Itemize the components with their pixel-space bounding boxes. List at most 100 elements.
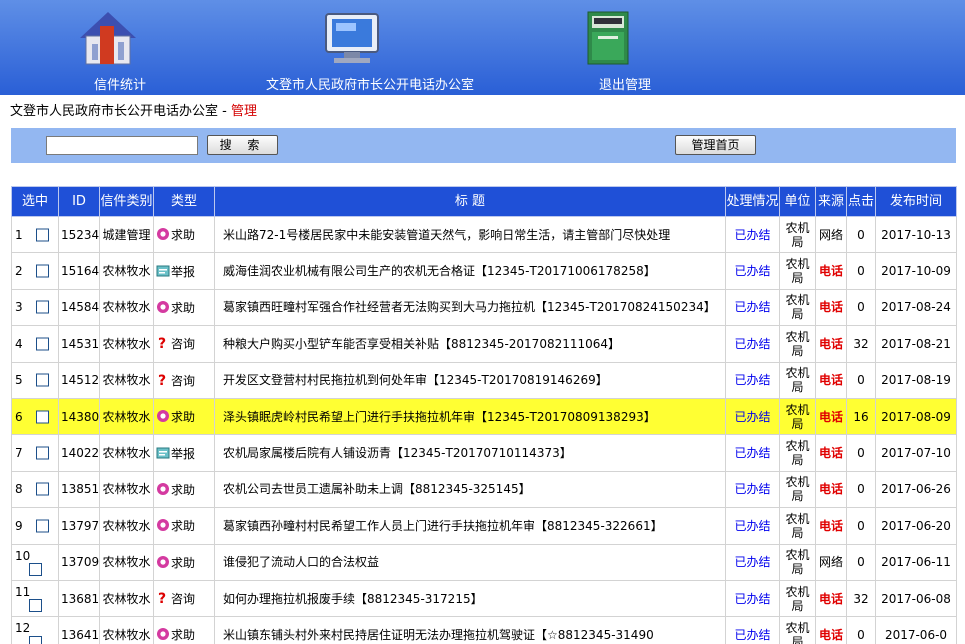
document-report-icon (156, 447, 171, 461)
category-cell: 城建管理 (99, 215, 154, 254)
unit-cell: 农机局 (779, 288, 816, 327)
title-cell[interactable]: 谁侵犯了流动人口的合法权益 (214, 543, 726, 581)
status-link[interactable]: 已办结 (734, 337, 770, 351)
status-link[interactable]: 已办结 (734, 628, 770, 642)
table-row: 1 152346城建管理 求助 米山路72-1号楼居民家中未能安装管道天然气，影响日常… (11, 215, 957, 254)
status-link[interactable]: 已办结 (734, 300, 770, 314)
source-cell: 电话 (815, 470, 847, 509)
status-cell[interactable]: 已办结 (725, 470, 780, 509)
row-checkbox[interactable] (36, 519, 49, 533)
row-checkbox[interactable] (36, 410, 49, 424)
title-cell[interactable]: 威海佳润农业机械有限公司生产的农机无合格证【12345-T20171006178… (214, 252, 726, 290)
type-label: 求助 (171, 482, 196, 497)
status-link[interactable]: 已办结 (734, 519, 770, 533)
row-checkbox[interactable] (36, 446, 49, 460)
row-checkbox[interactable] (29, 635, 42, 644)
title-cell[interactable]: 葛家镇西旺疃村军强合作社经营者无法购买到大马力拖拉机【12345-T201708… (214, 288, 726, 327)
table-row: 6 143806农林牧水 求助 泽头镇眠虎岭村民希望上门进行手扶拖拉机年审【12345… (11, 397, 957, 436)
question-icon: ? (156, 373, 171, 388)
row-checkbox[interactable] (36, 337, 49, 351)
select-cell: 3 (11, 288, 59, 327)
title-link[interactable]: 谁侵犯了流动人口的合法权益 (223, 555, 379, 569)
title-link[interactable]: 种粮大户购买小型铲车能否享受相关补贴【8812345-2017082111064… (223, 337, 620, 351)
clicks-cell: 32 (846, 325, 876, 363)
status-cell[interactable]: 已办结 (725, 543, 780, 581)
nav-office[interactable]: 文登市人民政府市长公开电话办公室 (250, 0, 490, 95)
row-checkbox[interactable] (36, 228, 49, 242)
title-cell[interactable]: 开发区文登营村村民拖拉机到何处年审【12345-T20170819146269】 (214, 361, 726, 399)
title-cell[interactable]: 种粮大户购买小型铲车能否享受相关补贴【8812345-2017082111064… (214, 325, 726, 363)
status-link[interactable]: 已办结 (734, 555, 770, 569)
status-cell[interactable]: 已办结 (725, 215, 780, 254)
row-checkbox[interactable] (36, 482, 49, 496)
title-link[interactable]: 如何办理拖拉机报废手续【8812345-317215】 (223, 592, 483, 606)
title-cell[interactable]: 米山镇东铺头村外来村民持居住证明无法办理拖拉机驾驶证【☆8812345-3149… (214, 616, 726, 644)
unit-cell: 农机局 (779, 543, 816, 581)
search-input[interactable] (46, 136, 198, 155)
title-cell[interactable]: 葛家镇西孙疃村村民希望工作人员上门进行手扶拖拉机年审【8812345-32266… (214, 507, 726, 545)
status-cell[interactable]: 已办结 (725, 616, 780, 644)
admin-home-button[interactable]: 管理首页 (675, 135, 756, 155)
row-checkbox[interactable] (36, 300, 49, 314)
title-link[interactable]: 葛家镇西孙疃村村民希望工作人员上门进行手扶拖拉机年审【8812345-32266… (223, 519, 663, 533)
id-cell: 136817 (58, 579, 100, 618)
title-link[interactable]: 米山路72-1号楼居民家中未能安装管道天然气，影响日常生活，请主管部门尽快处理 (223, 228, 670, 242)
status-cell[interactable]: 已办结 (725, 288, 780, 327)
status-cell[interactable]: 已办结 (725, 325, 780, 363)
type-cell: 求助 (153, 616, 215, 644)
type-label: 咨询 (171, 337, 196, 352)
title-link[interactable]: 米山镇东铺头村外来村民持居住证明无法办理拖拉机驾驶证【☆8812345-3149… (223, 628, 654, 642)
id-cell: 145840 (58, 288, 100, 327)
status-cell[interactable]: 已办结 (725, 252, 780, 290)
status-cell[interactable]: 已办结 (725, 579, 780, 618)
row-checkbox[interactable] (36, 264, 49, 278)
question-icon: ? (156, 336, 171, 351)
title-cell[interactable]: 农机公司去世员工遗属补助未上调【8812345-325145】 (214, 470, 726, 509)
title-cell[interactable]: 米山路72-1号楼居民家中未能安装管道天然气，影响日常生活，请主管部门尽快处理 (214, 215, 726, 254)
breadcrumb-section[interactable]: 管理 (231, 104, 257, 119)
status-link[interactable]: 已办结 (734, 446, 770, 460)
category-cell: 农林牧水 (99, 252, 154, 290)
title-link[interactable]: 威海佳润农业机械有限公司生产的农机无合格证【12345-T20171006178… (223, 264, 656, 278)
row-checkbox[interactable] (36, 373, 49, 387)
search-button[interactable]: 搜 索 (207, 135, 278, 155)
status-link[interactable]: 已办结 (734, 264, 770, 278)
status-cell[interactable]: 已办结 (725, 507, 780, 545)
title-cell[interactable]: 如何办理拖拉机报废手续【8812345-317215】 (214, 579, 726, 618)
title-link[interactable]: 葛家镇西旺疃村军强合作社经营者无法购买到大马力拖拉机【12345-T201708… (223, 300, 716, 314)
row-checkbox[interactable] (29, 562, 42, 576)
select-cell: 8 (11, 470, 59, 509)
row-checkbox[interactable] (29, 599, 42, 613)
row-number: 9 (15, 518, 23, 533)
status-link[interactable]: 已办结 (734, 410, 770, 424)
type-cell: ? 咨询 (153, 325, 215, 363)
status-cell[interactable]: 已办结 (725, 434, 780, 472)
id-cell: 137094 (58, 543, 100, 581)
nav-stats[interactable]: 信件统计 (60, 0, 180, 95)
title-link[interactable]: 泽头镇眠虎岭村民希望上门进行手扶拖拉机年审【12345-T20170809138… (223, 410, 656, 424)
title-link[interactable]: 开发区文登营村村民拖拉机到何处年审【12345-T20170819146269】 (223, 373, 608, 387)
clicks-cell: 0 (846, 215, 876, 254)
clicks-cell: 0 (846, 288, 876, 327)
lifebuoy-icon (156, 410, 171, 424)
row-number: 11 (15, 584, 31, 599)
date-cell: 2017-08-21 (875, 325, 957, 363)
status-cell[interactable]: 已办结 (725, 397, 780, 436)
title-cell[interactable]: 农机局家属楼后院有人铺设沥青【12345-T20170710114373】 (214, 434, 726, 472)
select-cell: 9 (11, 507, 59, 545)
nav-office-label: 文登市人民政府市长公开电话办公室 (265, 78, 474, 93)
nav-logout[interactable]: 退出管理 (570, 0, 680, 95)
lifebuoy-icon (156, 628, 171, 642)
select-cell: 11 (11, 579, 59, 618)
category-cell: 农林牧水 (99, 361, 154, 399)
title-cell[interactable]: 泽头镇眠虎岭村民希望上门进行手扶拖拉机年审【12345-T20170809138… (214, 397, 726, 436)
title-link[interactable]: 农机公司去世员工遗属补助未上调【8812345-325145】 (223, 482, 531, 496)
status-link[interactable]: 已办结 (734, 228, 770, 242)
status-link[interactable]: 已办结 (734, 482, 770, 496)
status-link[interactable]: 已办结 (734, 373, 770, 387)
id-cell: 137972 (58, 507, 100, 545)
status-cell[interactable]: 已办结 (725, 361, 780, 399)
title-link[interactable]: 农机局家属楼后院有人铺设沥青【12345-T20170710114373】 (223, 446, 572, 460)
status-link[interactable]: 已办结 (734, 592, 770, 606)
row-number: 8 (15, 482, 23, 497)
